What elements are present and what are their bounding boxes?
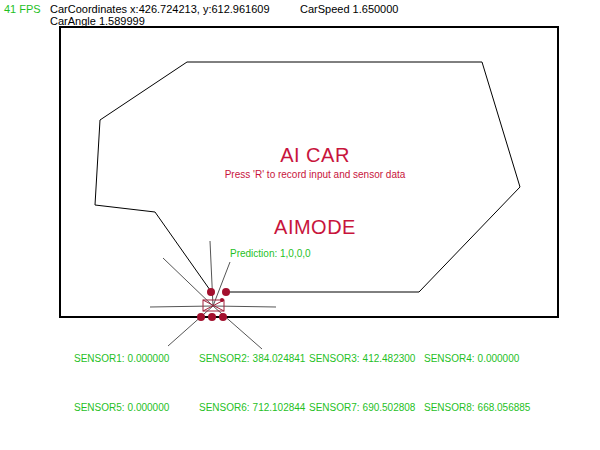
sensor-value: 384.024841 <box>253 352 306 365</box>
sensor-ray <box>163 258 213 306</box>
sensor-ray <box>210 241 213 306</box>
sensor-label: SENSOR5: <box>74 401 125 414</box>
sensor-dot <box>219 313 227 321</box>
sensor-reading: SENSOR2:384.024841 <box>199 352 309 365</box>
sensor-value: 668.056885 <box>478 401 531 414</box>
sensor-reading: SENSOR8:668.056885 <box>424 401 574 414</box>
sensor-ray <box>213 306 262 349</box>
sensor-panel: SENSOR1:0.000000SENSOR2:384.024841SENSOR… <box>0 352 600 414</box>
sensor-reading: SENSOR6:712.102844 <box>199 401 309 414</box>
sensor-ray <box>213 262 230 306</box>
hud-row: CarAngle 1.589999 <box>4 15 600 27</box>
car-body <box>203 300 224 311</box>
sensor-reading: SENSOR3:412.482300 <box>309 352 424 365</box>
sensor-label: SENSOR7: <box>309 401 360 414</box>
game-title: AI CAR <box>280 143 350 167</box>
center-info: AI CARPress 'R' to record input and sens… <box>66 143 564 239</box>
sensor-label: SENSOR4: <box>424 352 475 365</box>
sensor-dot <box>220 298 224 302</box>
sensor-reading: SENSOR7:690.502808 <box>309 401 424 414</box>
sensor-value: 0.000000 <box>128 401 170 414</box>
sensor-label: SENSOR3: <box>309 352 360 365</box>
sensor-dot <box>222 288 230 296</box>
sensor-dot <box>208 313 216 321</box>
sensor-ray <box>168 306 213 346</box>
sensor-label: SENSOR6: <box>199 401 250 414</box>
sensor-value: 0.000000 <box>128 352 170 365</box>
fps-counter: 41 FPS <box>4 3 50 15</box>
sensor-dot <box>197 313 205 321</box>
sensor-reading: SENSOR4:0.000000 <box>424 352 574 365</box>
sensor-value: 412.482300 <box>363 352 416 365</box>
sensor-ray <box>213 306 276 307</box>
sensor-value: 0.000000 <box>478 352 520 365</box>
track-line <box>95 62 520 292</box>
sensor-value: 712.102844 <box>253 401 306 414</box>
hud: 41 FPSCarCoordinates x:426.724213, y:612… <box>0 0 600 27</box>
sensor-label: SENSOR1: <box>74 352 125 365</box>
sensor-label: SENSOR2: <box>199 352 250 365</box>
car-cross <box>203 300 224 311</box>
mode-label: AIMODE <box>274 215 356 239</box>
sensor-label: SENSOR8: <box>424 401 475 414</box>
sensor-value: 690.502808 <box>363 401 416 414</box>
sensor-ray <box>150 306 213 307</box>
arena-border <box>60 27 558 317</box>
car-angle: CarAngle 1.589999 <box>50 15 145 27</box>
game-screen: AI CARPress 'R' to record input and sens… <box>0 0 600 450</box>
car-cross <box>203 300 224 311</box>
car-coordinates: CarCoordinates x:426.724213, y:612.96160… <box>50 3 300 15</box>
sensor-dot <box>207 288 215 296</box>
sensor-reading: SENSOR1:0.000000 <box>74 352 199 365</box>
prediction-text: Prediction: 1,0,0,0 <box>230 247 311 260</box>
hud-row: 41 FPSCarCoordinates x:426.724213, y:612… <box>4 3 600 15</box>
car-speed: CarSpeed 1.650000 <box>300 3 398 15</box>
instruction-text: Press 'R' to record input and sensor dat… <box>225 168 406 181</box>
sensor-reading: SENSOR5:0.000000 <box>74 401 199 414</box>
